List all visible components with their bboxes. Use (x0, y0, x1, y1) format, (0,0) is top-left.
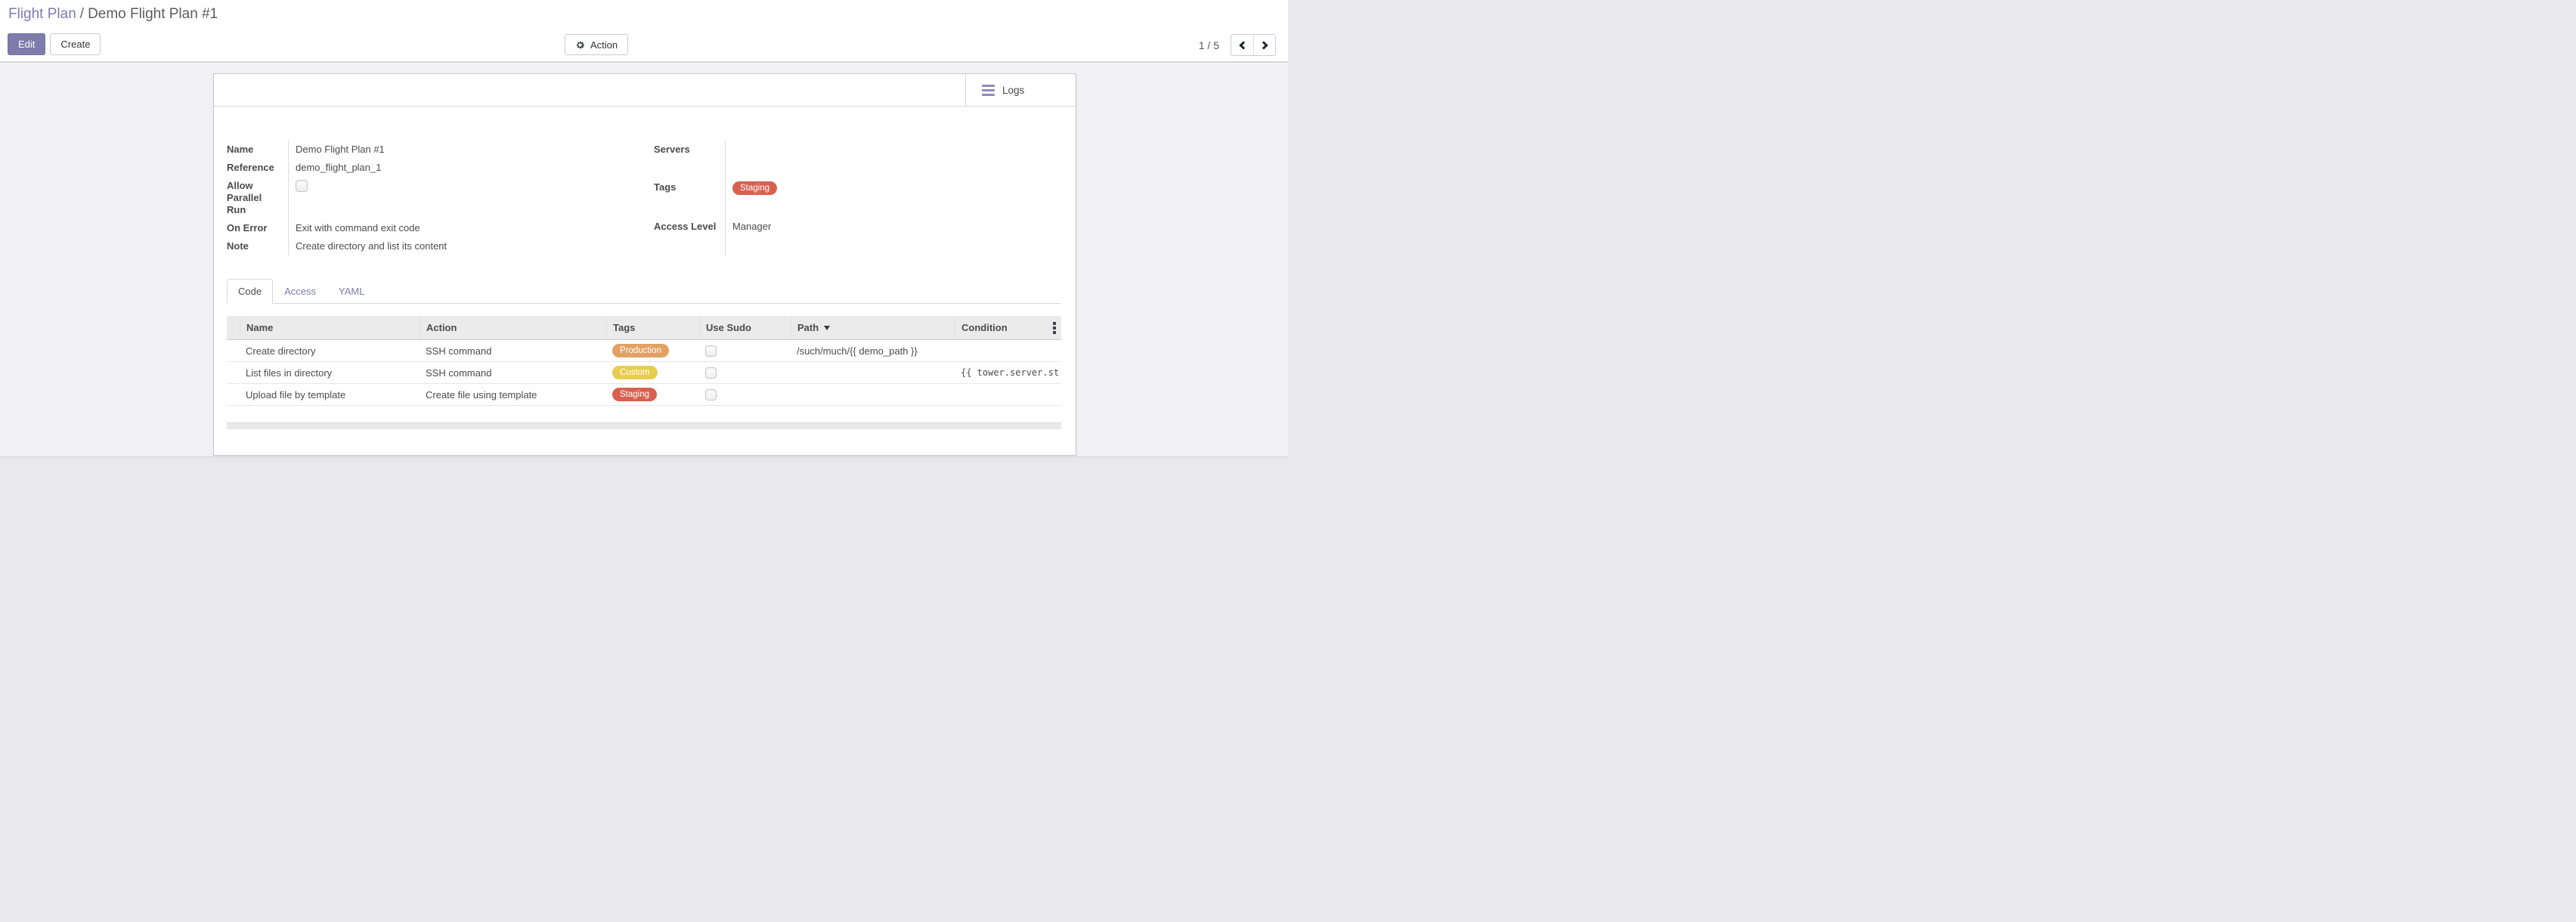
field-value-name: Demo Flight Plan #1 (289, 141, 654, 159)
command-lines-table: Name Action Tags Use Sudo Path Condition… (227, 316, 1061, 406)
breadcrumb-current-record: Demo Flight Plan #1 (88, 6, 218, 22)
table-row[interactable]: List files in directory SSH command Cust… (227, 362, 1061, 384)
field-label-note: Note (227, 237, 289, 255)
tag-badge-staging: Staging (612, 388, 657, 401)
create-button[interactable]: Create (50, 33, 101, 55)
tab-access[interactable]: Access (273, 279, 327, 304)
chevron-right-icon (1259, 41, 1268, 49)
column-header-condition[interactable]: Condition (955, 316, 1061, 339)
cell-condition (955, 384, 1061, 405)
cell-tags: Staging (606, 384, 699, 405)
use-sudo-checkbox[interactable] (705, 345, 717, 357)
notebook-tabs: Code Access YAML (227, 278, 1060, 304)
logs-button[interactable]: Logs (965, 74, 1076, 106)
use-sudo-checkbox[interactable] (705, 367, 717, 379)
cell-condition: {{ tower.server.st (955, 362, 1061, 383)
table-header-row: Name Action Tags Use Sudo Path Condition (227, 316, 1061, 340)
column-header-use-sudo[interactable]: Use Sudo (699, 316, 791, 339)
card-header: Logs (214, 74, 1076, 107)
cell-name: List files in directory (240, 362, 420, 383)
cell-handle (227, 384, 240, 405)
field-value-allow-parallel-run (289, 177, 654, 219)
field-group-right: Servers Tags Staging Access Level Manage… (654, 141, 979, 255)
field-label-servers: Servers (654, 141, 726, 178)
tag-badge-staging[interactable]: Staging (732, 181, 777, 195)
viewport-bottom-edge (0, 456, 1288, 461)
edit-create-button-group: Edit Create (8, 33, 101, 55)
tag-badge-production: Production (612, 344, 669, 357)
cell-handle (227, 362, 240, 383)
field-label-tags: Tags (654, 178, 726, 218)
column-header-path-label: Path (797, 322, 819, 333)
column-header-action[interactable]: Action (420, 316, 606, 339)
cell-path (791, 362, 955, 383)
cell-action: SSH command (420, 362, 606, 383)
field-groups: Name Demo Flight Plan #1 Reference demo_… (227, 141, 1060, 255)
kebab-vertical-icon[interactable] (1053, 322, 1056, 334)
cell-use-sudo (699, 340, 791, 361)
allow-parallel-run-checkbox[interactable] (296, 180, 308, 192)
caret-down-icon (824, 326, 830, 330)
pager-next-button[interactable] (1253, 35, 1275, 55)
field-label-allow-parallel-run: Allow Parallel Run (227, 177, 289, 219)
action-button-label: Action (590, 39, 618, 51)
field-value-note: Create directory and list its content (289, 237, 654, 255)
cell-tags: Custom (606, 362, 699, 383)
column-header-name[interactable]: Name (240, 316, 420, 339)
breadcrumb-section-link[interactable]: Flight Plan (8, 6, 76, 22)
tab-yaml[interactable]: YAML (327, 279, 376, 304)
column-header-path[interactable]: Path (791, 316, 955, 339)
use-sudo-checkbox[interactable] (705, 389, 717, 401)
cell-handle (227, 340, 240, 361)
field-value-reference: demo_flight_plan_1 (289, 159, 654, 177)
cell-path (791, 384, 955, 405)
action-button[interactable]: Action (565, 34, 628, 55)
cell-action: Create file using template (420, 384, 606, 405)
pager: 1 / 5 (1199, 34, 1276, 56)
tag-badge-custom: Custom (612, 366, 658, 379)
breadcrumb-separator: / (76, 6, 88, 22)
cell-condition (955, 340, 1061, 361)
logs-button-label: Logs (1002, 85, 1024, 96)
column-header-handle (227, 316, 240, 339)
pager-previous-button[interactable] (1231, 35, 1253, 55)
field-value-on-error: Exit with command exit code (289, 219, 654, 237)
cell-use-sudo (699, 362, 791, 383)
field-label-name: Name (227, 141, 289, 159)
field-group-left: Name Demo Flight Plan #1 Reference demo_… (227, 141, 654, 255)
cell-action: SSH command (420, 340, 606, 361)
menu-icon (982, 85, 995, 96)
field-label-reference: Reference (227, 159, 289, 177)
pager-value[interactable]: 1 / 5 (1199, 39, 1219, 51)
gear-icon (575, 40, 585, 50)
table-row[interactable]: Create directory SSH command Production … (227, 340, 1061, 362)
edit-button[interactable]: Edit (8, 33, 45, 55)
app-window: Flight Plan/Demo Flight Plan #1 Edit Cre… (0, 0, 1288, 461)
field-value-tags: Staging (726, 178, 979, 218)
chevron-left-icon (1239, 41, 1247, 49)
field-value-access-level: Manager (726, 218, 979, 255)
tab-code[interactable]: Code (227, 279, 273, 304)
cell-path: /such/much/{{ demo_path }} (791, 340, 955, 361)
field-label-access-level: Access Level (654, 218, 726, 255)
pager-buttons (1231, 34, 1276, 56)
cell-name: Upload file by template (240, 384, 420, 405)
cell-use-sudo (699, 384, 791, 405)
table-row[interactable]: Upload file by template Create file usin… (227, 384, 1061, 406)
cell-tags: Production (606, 340, 699, 361)
control-panel: Flight Plan/Demo Flight Plan #1 Edit Cre… (0, 0, 1288, 63)
field-label-on-error: On Error (227, 219, 289, 237)
record-form-card: Logs Name Demo Flight Plan #1 Reference … (213, 73, 1076, 456)
cell-name: Create directory (240, 340, 420, 361)
column-header-tags[interactable]: Tags (606, 316, 699, 339)
field-value-servers (726, 141, 979, 178)
horizontal-scrollbar[interactable] (227, 422, 1061, 429)
breadcrumb: Flight Plan/Demo Flight Plan #1 (8, 5, 218, 23)
